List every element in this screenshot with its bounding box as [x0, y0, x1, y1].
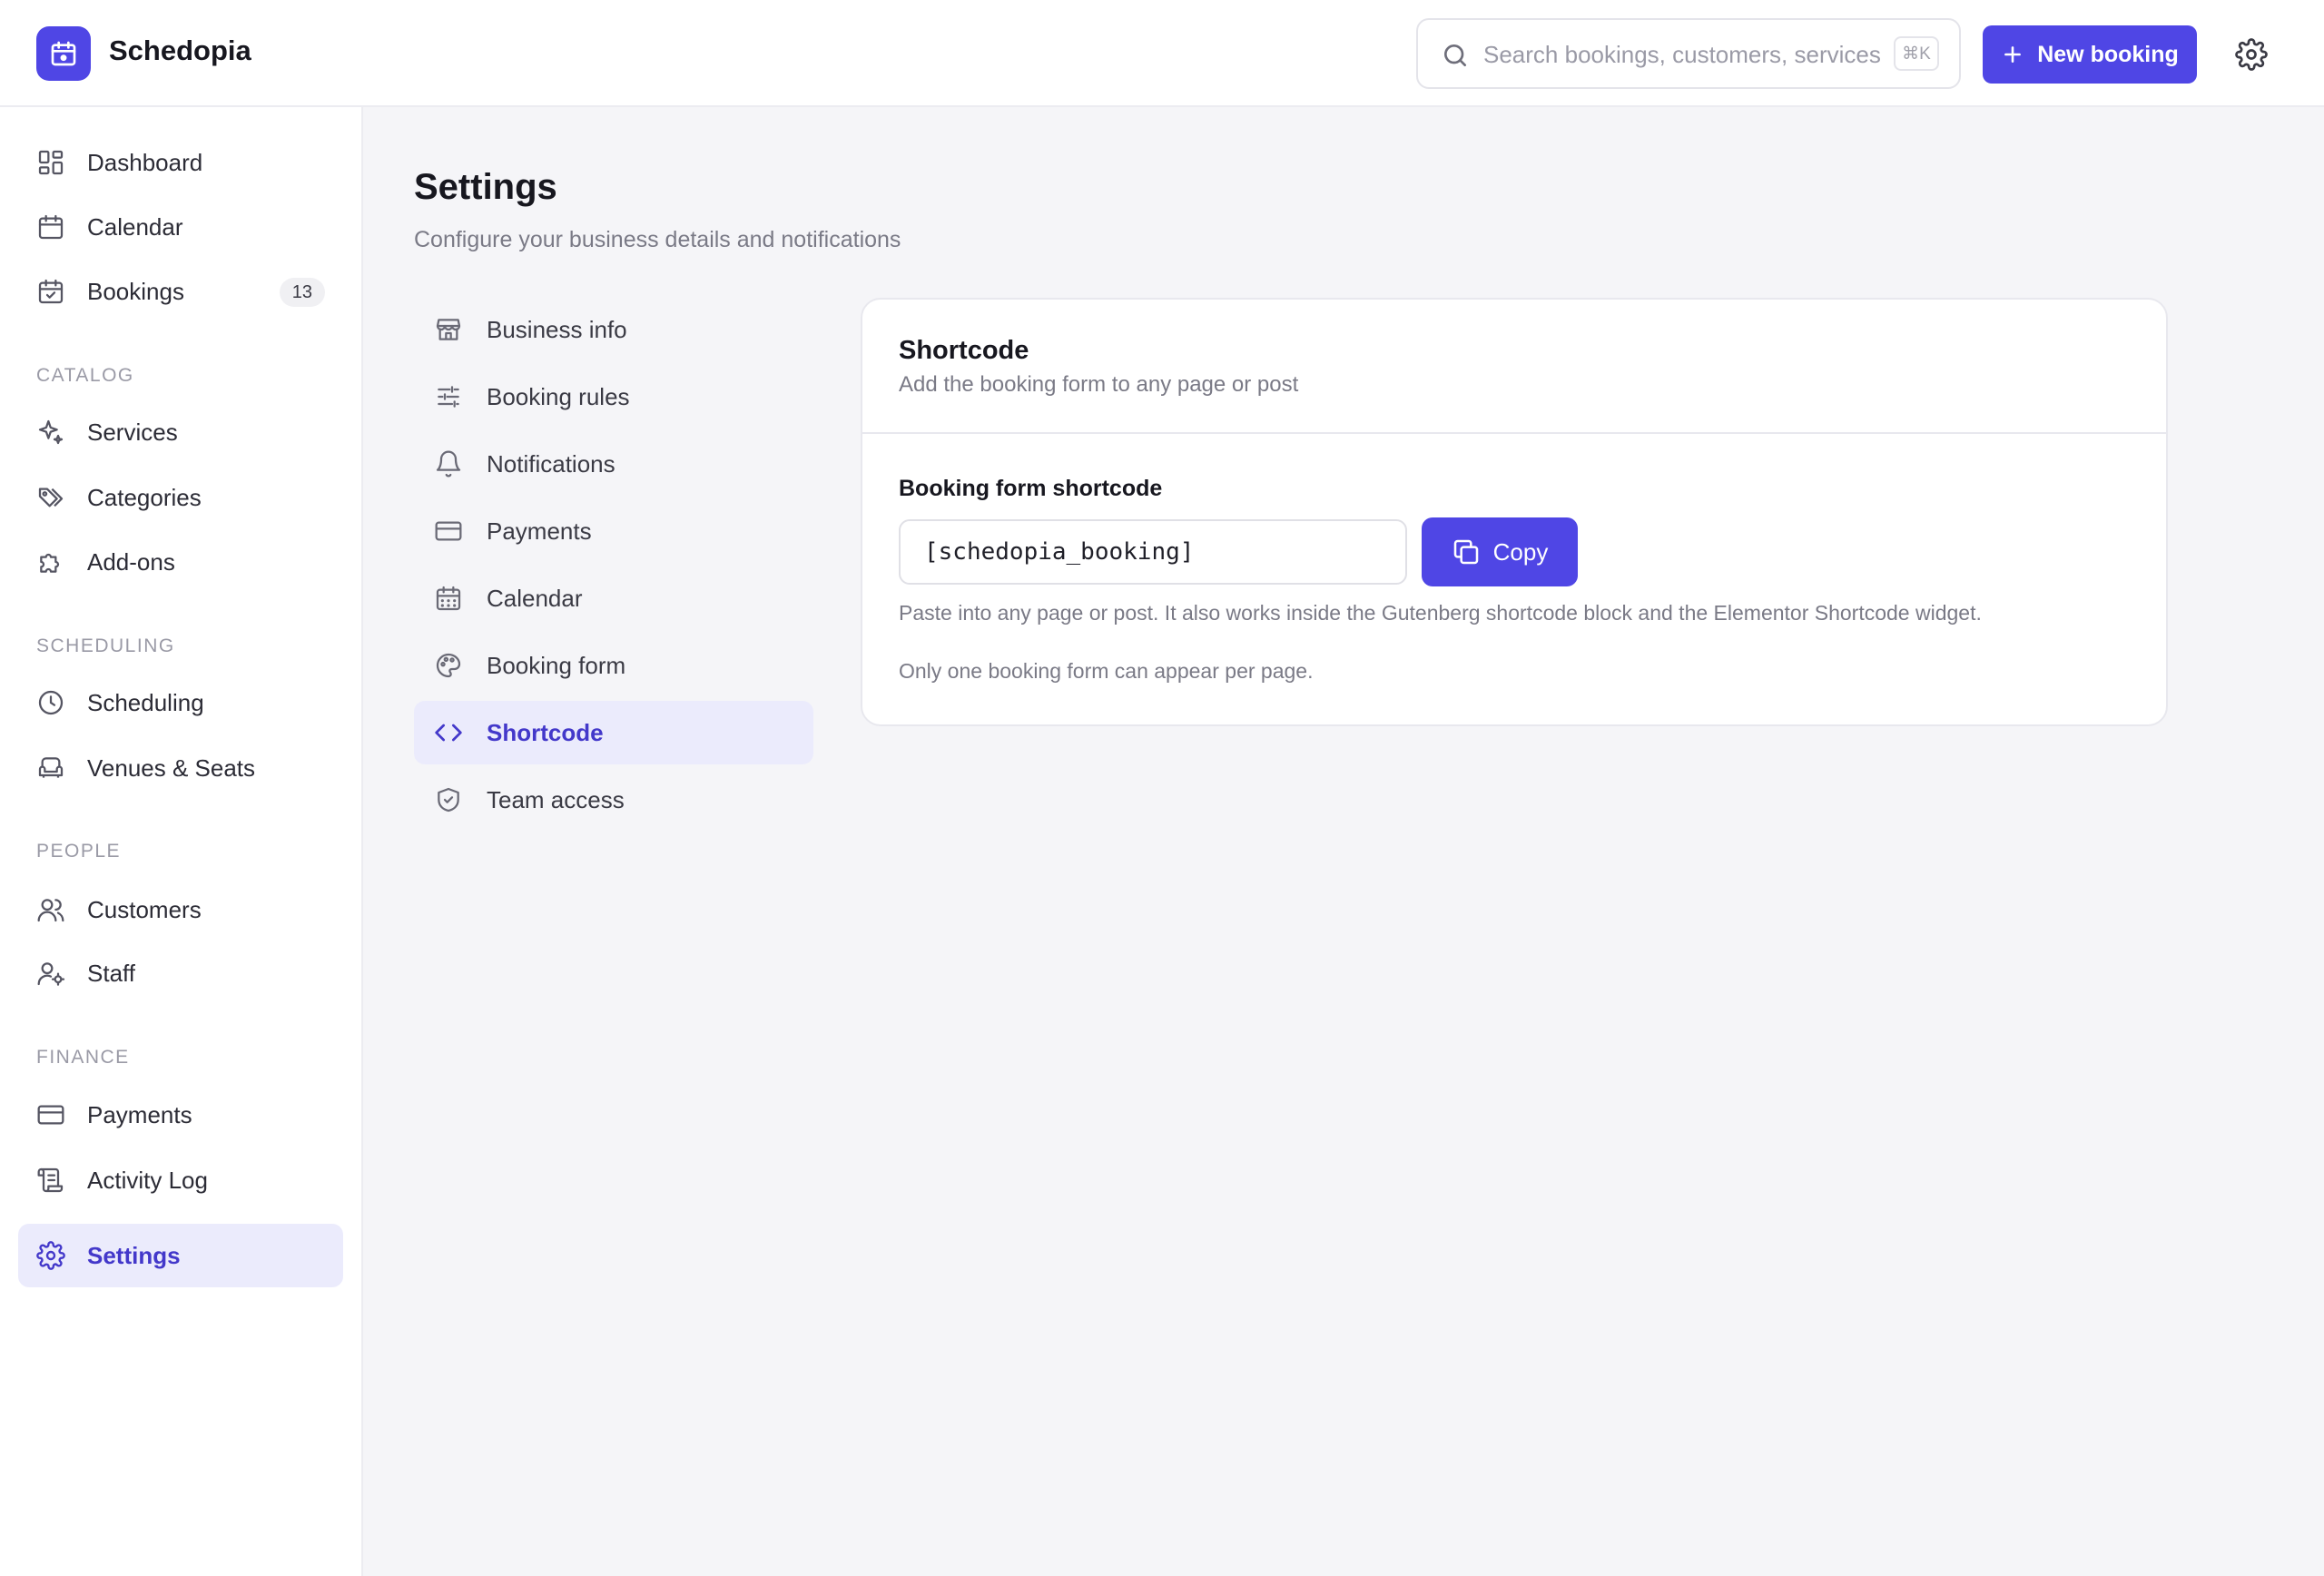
search-shortcut-hint: ⌘K [1894, 36, 1939, 71]
settings-nav-business-info[interactable]: Business info [414, 298, 813, 361]
sidebar-item-dashboard[interactable]: Dashboard [18, 131, 343, 194]
calendar-logo-icon [51, 41, 76, 66]
sparkle-icon [38, 419, 64, 445]
sidebar-item-label: Payments [87, 1100, 192, 1128]
top-bar: Schedopia ⌘K New booking [0, 0, 2324, 107]
sidebar-item-label: Scheduling [87, 688, 204, 716]
settings-nav-label: Shortcode [487, 719, 604, 746]
shortcode-card: Shortcode Add the booking form to any pa… [861, 298, 2168, 726]
sidebar-item-label: Categories [87, 483, 202, 511]
settings-nav-label: Booking form [487, 652, 626, 679]
search-box[interactable]: ⌘K [1416, 18, 1961, 89]
shield-check-icon [438, 787, 459, 813]
settings-nav-label: Payments [487, 517, 592, 545]
sidebar-item-label: Calendar [87, 212, 183, 241]
sidebar-item-label: Add-ons [87, 547, 175, 576]
shortcode-help-text: Paste into any page or post. It also wor… [899, 601, 1982, 625]
code-icon [435, 724, 462, 742]
calendar-grid-icon [436, 586, 461, 611]
sidebar-item-scheduling[interactable]: Scheduling [18, 671, 343, 734]
app-logo[interactable] [36, 26, 91, 81]
store-icon [436, 319, 461, 340]
bell-icon [436, 450, 461, 478]
shortcode-limit-note: Only one booking form can appear per pag… [899, 659, 1314, 683]
settings-nav-label: Notifications [487, 450, 615, 478]
sidebar-item-staff[interactable]: Staff [18, 941, 343, 1005]
card-header: Shortcode Add the booking form to any pa… [862, 300, 2166, 434]
settings-nav-team-access[interactable]: Team access [414, 768, 813, 832]
page-title: Settings [414, 167, 557, 207]
sidebar-item-label: Bookings [87, 277, 184, 305]
dashboard-icon [38, 150, 64, 175]
tags-icon [38, 488, 64, 507]
sidebar-item-settings[interactable]: Settings [18, 1224, 343, 1287]
users-icon [37, 899, 64, 922]
sidebar-item-label: Settings [87, 1241, 181, 1269]
sidebar-item-venues-seats[interactable]: Venues & Seats [18, 736, 343, 800]
copy-icon [1453, 539, 1478, 565]
sidebar-item-label: Customers [87, 895, 202, 923]
gear-icon [36, 1241, 65, 1270]
calendar-check-icon [38, 279, 64, 304]
sidebar-item-customers[interactable]: Customers [18, 878, 343, 941]
settings-nav-notifications[interactable]: Notifications [414, 432, 813, 496]
new-booking-button[interactable]: New booking [1983, 25, 2197, 84]
sidebar-section-people: PEOPLE [36, 841, 122, 862]
bookings-count-badge: 13 [279, 278, 325, 307]
clock-icon [38, 690, 64, 715]
sidebar-item-categories[interactable]: Categories [18, 466, 343, 529]
sidebar-item-calendar[interactable]: Calendar [18, 195, 343, 259]
copy-button-label: Copy [1492, 537, 1549, 566]
settings-nav-label: Team access [487, 786, 625, 813]
copy-button[interactable]: Copy [1422, 517, 1578, 586]
sliders-icon [438, 386, 459, 408]
settings-nav-calendar[interactable]: Calendar [414, 566, 813, 630]
palette-icon [436, 653, 461, 678]
calendar-icon [38, 214, 64, 240]
app-name: Schedopia [109, 34, 251, 66]
settings-nav-shortcode[interactable]: Shortcode [414, 701, 813, 764]
sidebar-section-catalog: CATALOG [36, 365, 134, 386]
settings-nav-payments[interactable]: Payments [414, 499, 813, 563]
sidebar-item-services[interactable]: Services [18, 400, 343, 464]
scroll-icon [37, 1167, 64, 1193]
puzzle-icon [40, 553, 60, 573]
settings-nav-booking-form[interactable]: Booking form [414, 634, 813, 697]
sidebar-section-scheduling: SCHEDULING [36, 635, 175, 656]
settings-nav-label: Business info [487, 316, 627, 343]
sidebar-item-payments[interactable]: Payments [18, 1083, 343, 1147]
sidebar-item-label: Dashboard [87, 148, 203, 176]
sidebar-item-activity-log[interactable]: Activity Log [18, 1148, 343, 1212]
search-icon [1444, 44, 1466, 66]
sidebar-item-label: Services [87, 418, 178, 446]
page-subtitle: Configure your business details and noti… [414, 227, 901, 252]
card-title: Shortcode [899, 336, 1029, 365]
armchair-icon [38, 757, 64, 778]
credit-card-icon [37, 1105, 64, 1125]
sidebar-item-add-ons[interactable]: Add-ons [18, 530, 343, 594]
credit-card-icon [435, 521, 462, 541]
card-subtitle: Add the booking form to any page or post [899, 372, 1299, 397]
user-cog-icon [37, 962, 65, 986]
settings-nav-booking-rules[interactable]: Booking rules [414, 365, 813, 428]
new-booking-label: New booking [2037, 41, 2179, 67]
settings-gear-icon[interactable] [2235, 38, 2268, 71]
sidebar-item-label: Staff [87, 959, 136, 987]
sidebar-section-finance: FINANCE [36, 1047, 130, 1068]
sidebar-item-label: Venues & Seats [87, 754, 256, 782]
search-input[interactable] [1483, 34, 1883, 74]
sidebar-item-bookings[interactable]: Bookings 13 [18, 260, 343, 323]
plus-icon [2004, 46, 2022, 63]
settings-nav-label: Booking rules [487, 383, 630, 410]
settings-nav-label: Calendar [487, 585, 583, 612]
shortcode-field-label: Booking form shortcode [899, 476, 1163, 501]
shortcode-input[interactable] [899, 519, 1407, 585]
sidebar-item-label: Activity Log [87, 1166, 208, 1194]
